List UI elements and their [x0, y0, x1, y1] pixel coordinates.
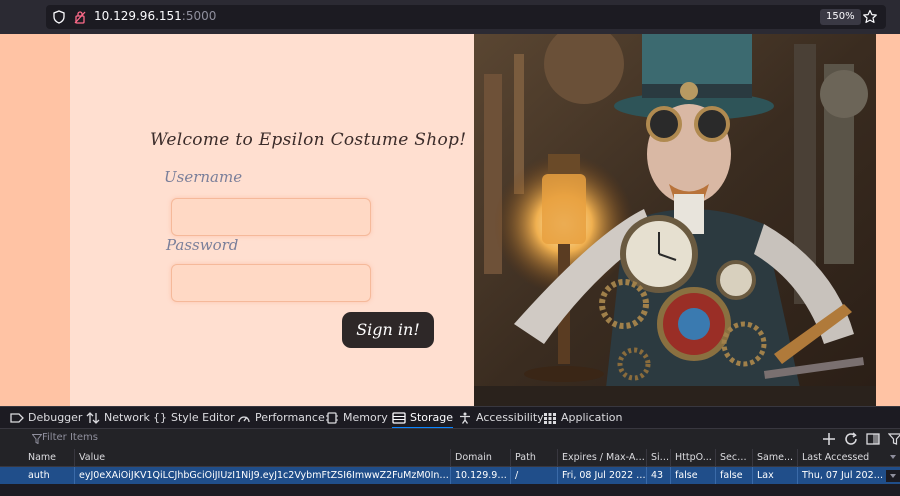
url-host: 10.129.96.151: [94, 9, 182, 23]
filter-items-input[interactable]: Filter Items: [28, 429, 808, 449]
steampunk-artwork-image: [474, 34, 876, 406]
storage-filter-bar: Filter Items: [0, 428, 900, 450]
zoom-level-badge[interactable]: 150%: [820, 9, 861, 25]
tab-network[interactable]: Network: [86, 407, 150, 429]
debugger-icon: [10, 413, 24, 423]
table-empty-area: [0, 484, 900, 496]
column-header[interactable]: Same...: [752, 449, 797, 466]
password-input[interactable]: [171, 264, 371, 302]
cookie-httponly[interactable]: false: [670, 467, 715, 484]
performance-icon: [238, 416, 250, 423]
scroll-down-arrow-icon[interactable]: [886, 470, 900, 482]
cookie-last-accessed[interactable]: Thu, 07 Jul 2022 ...: [797, 467, 886, 484]
tab-label: Application: [561, 411, 623, 424]
table-row[interactable]: auth eyJ0eXAiOiJKV1QiLCJhbGciOiJIUzI1NiJ…: [0, 467, 900, 484]
tab-debugger[interactable]: Debugger: [10, 407, 82, 429]
browser-toolbar: 10.129.96.151:5000 150%: [0, 0, 900, 34]
username-input[interactable]: [171, 198, 371, 236]
cookie-secure[interactable]: false: [715, 467, 752, 484]
login-panel: Welcome to Epsilon Costume Shop! Usernam…: [70, 34, 474, 406]
options-filter-icon[interactable]: [888, 432, 900, 446]
page-viewport: Welcome to Epsilon Costume Shop! Usernam…: [0, 34, 900, 406]
column-header[interactable]: Size: [646, 449, 670, 466]
tab-accessibility[interactable]: Accessibility: [458, 407, 544, 429]
storage-icon: [392, 412, 406, 424]
column-header[interactable]: Name: [24, 449, 74, 466]
tab-style-editor[interactable]: {} Style Editor: [153, 407, 235, 429]
refresh-icon[interactable]: [844, 432, 858, 446]
devtools-tab-bar: Debugger Network {} Style Editor Perform…: [0, 406, 900, 429]
bookmark-star-icon[interactable]: [862, 9, 878, 25]
sign-in-button[interactable]: Sign in!: [342, 312, 434, 348]
accessibility-icon: [460, 412, 470, 424]
url-port: :5000: [181, 9, 217, 23]
tab-performance[interactable]: Performance: [237, 407, 325, 429]
tab-application[interactable]: Application: [543, 407, 622, 429]
cookie-value[interactable]: eyJ0eXAiOiJKV1QiLCJhbGciOiJIUzI1NiJ9.eyJ…: [74, 467, 450, 484]
url-text[interactable]: 10.129.96.151:5000: [94, 9, 216, 23]
sidebar-toggle-icon[interactable]: [866, 432, 880, 446]
cookie-path[interactable]: /: [510, 467, 557, 484]
username-label: Username: [164, 168, 243, 186]
cookie-samesite[interactable]: Lax: [752, 467, 797, 484]
column-header[interactable]: Secure: [715, 449, 752, 466]
add-item-icon[interactable]: [822, 432, 836, 446]
column-header[interactable]: Expires / Max-Age: [557, 449, 646, 466]
column-header[interactable]: Value: [74, 449, 450, 466]
filter-placeholder: Filter Items: [42, 432, 98, 443]
cookie-expires[interactable]: Fri, 08 Jul 2022 0...: [557, 467, 646, 484]
column-header[interactable]: Last Accessed: [797, 449, 886, 466]
tab-label: Accessibility: [476, 411, 544, 424]
tab-label: Storage: [410, 411, 454, 424]
welcome-heading: Welcome to Epsilon Costume Shop!: [150, 130, 467, 150]
insecure-lock-icon[interactable]: [74, 10, 86, 24]
tab-storage[interactable]: Storage: [392, 407, 454, 429]
cookie-domain[interactable]: 10.129.96....: [450, 467, 510, 484]
application-icon: [544, 413, 556, 424]
scroll-up-arrow-icon[interactable]: [886, 451, 900, 463]
column-header[interactable]: HttpO...: [670, 449, 715, 466]
address-bar[interactable]: 10.129.96.151:5000 150%: [46, 5, 886, 29]
tab-label: Network: [104, 411, 150, 424]
cookie-size[interactable]: 43: [646, 467, 670, 484]
memory-icon: [326, 412, 338, 424]
column-header[interactable]: Path: [510, 449, 557, 466]
column-header[interactable]: Domain: [450, 449, 510, 466]
filter-icon: [32, 434, 42, 444]
tab-label: Style Editor: [171, 411, 235, 424]
tab-label: Debugger: [28, 411, 83, 424]
style-editor-icon: {}: [153, 411, 167, 424]
tab-label: Memory: [343, 411, 388, 424]
shield-icon[interactable]: [52, 10, 66, 24]
tab-memory[interactable]: Memory: [325, 407, 388, 429]
cookie-name[interactable]: auth: [24, 467, 74, 484]
network-icon: [86, 412, 100, 424]
cookies-table-header: Name Value Domain Path Expires / Max-Age…: [0, 449, 900, 467]
password-label: Password: [166, 236, 239, 254]
tab-label: Performance: [255, 411, 325, 424]
